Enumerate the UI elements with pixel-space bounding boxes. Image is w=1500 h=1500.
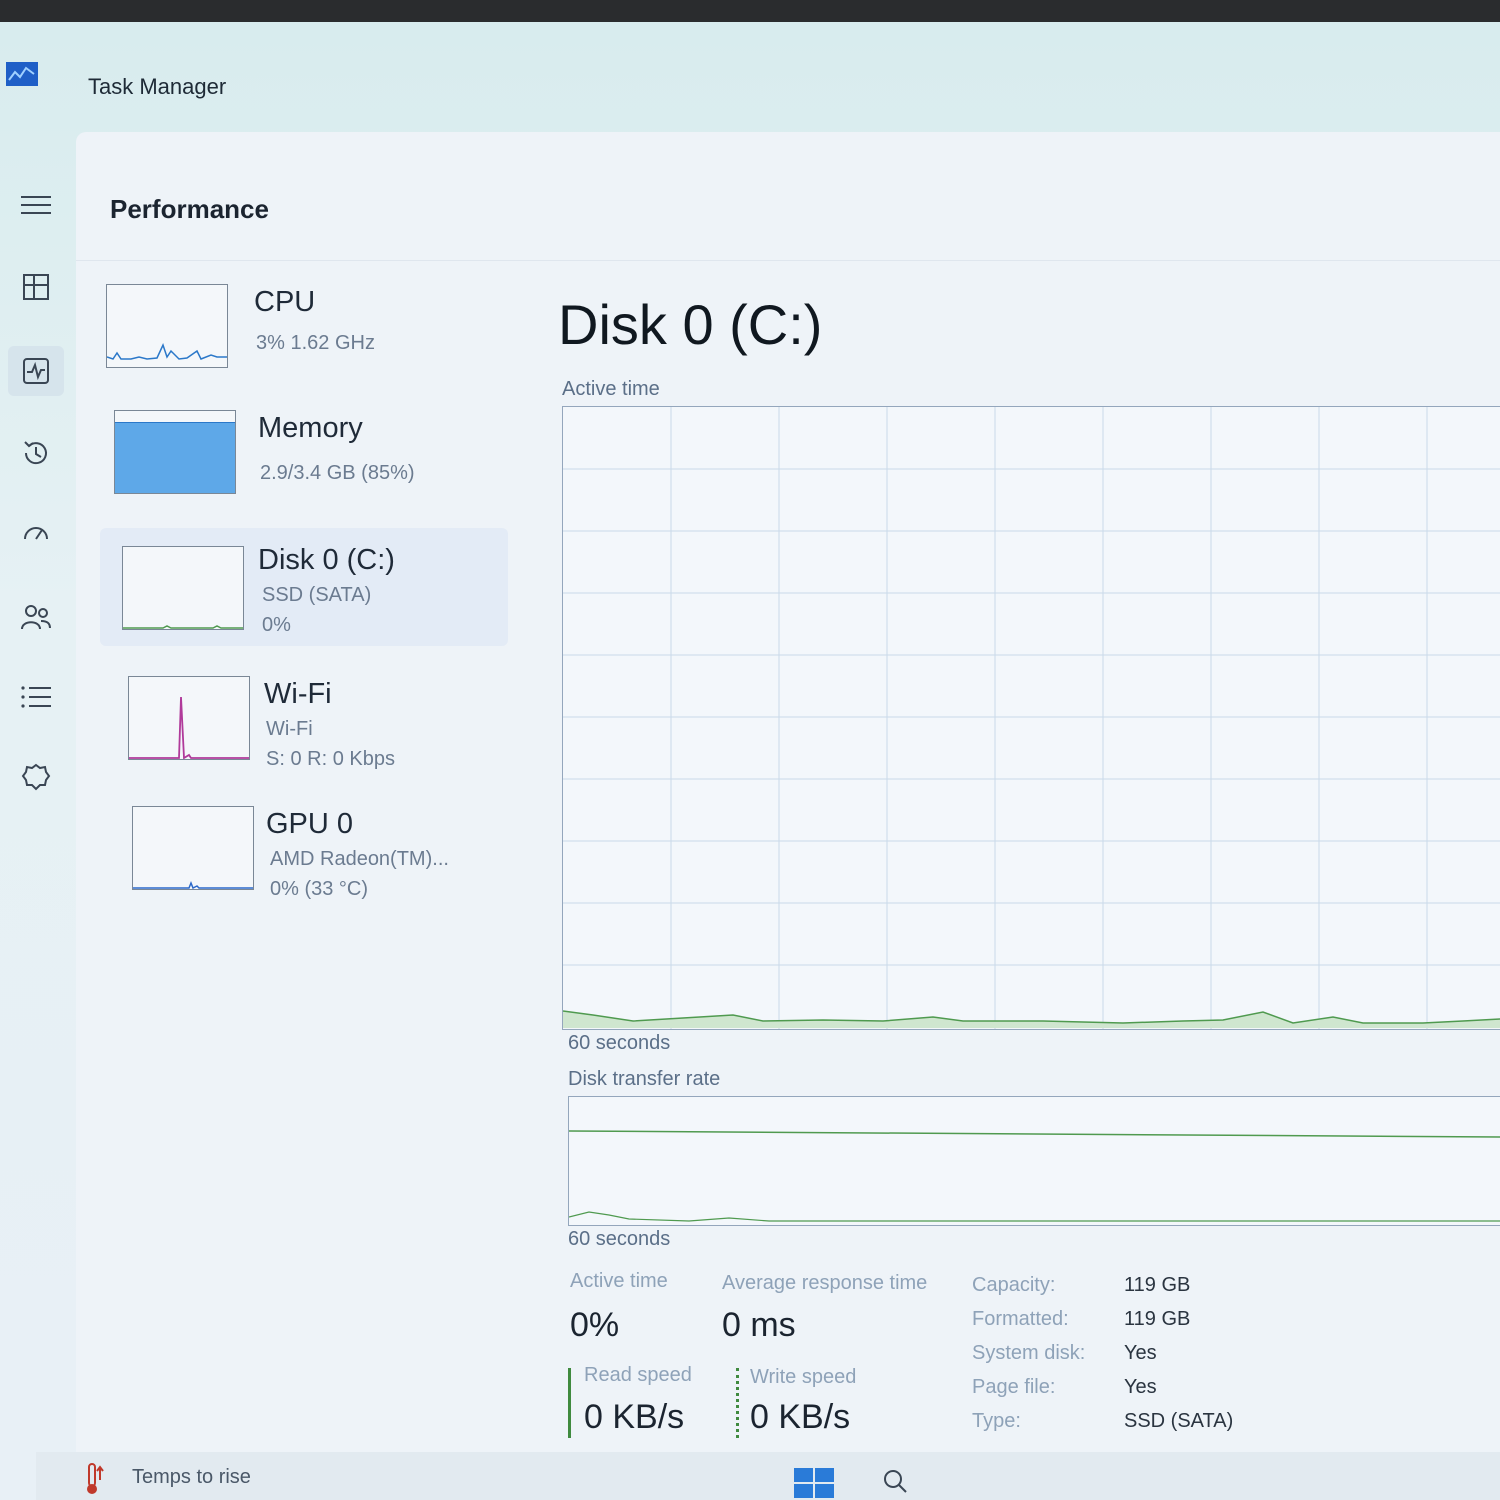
sidebar-item-name: Memory xyxy=(258,412,363,444)
formatted-label: Formatted: xyxy=(972,1308,1069,1330)
sidebar-item-detail-2: 0% xyxy=(262,614,291,636)
hamburger-menu-button[interactable] xyxy=(8,180,64,230)
nav-details[interactable] xyxy=(8,672,64,722)
sidebar-item-cpu[interactable]: CPU 3% 1.62 GHz xyxy=(106,274,506,392)
memory-fill xyxy=(115,422,235,493)
sidebar-item-gpu0[interactable]: GPU 0 AMD Radeon(TM)... 0% (33 °C) xyxy=(106,796,506,914)
gpu-thumbnail-graph xyxy=(132,806,254,890)
write-speed-indicator xyxy=(736,1368,739,1438)
sidebar-item-detail-2: S: 0 R: 0 Kbps xyxy=(266,748,395,770)
sidebar-item-name: Wi-Fi xyxy=(264,678,332,710)
transfer-rate-span: 60 seconds xyxy=(568,1228,671,1250)
app-history-icon xyxy=(24,441,47,465)
memory-thumbnail-graph xyxy=(114,410,236,494)
sidebar-item-name: Disk 0 (C:) xyxy=(258,544,395,576)
read-speed-indicator xyxy=(568,1368,571,1438)
sidebar-item-detail: AMD Radeon(TM)... xyxy=(270,848,449,870)
capacity-label: Capacity: xyxy=(972,1274,1056,1296)
active-time-stat-label: Active time xyxy=(570,1270,668,1292)
content-area: Performance CPU 3% 1.62 GHz Memory 2.9/3… xyxy=(76,132,1500,1500)
windows-start-icon[interactable] xyxy=(792,1466,836,1500)
thermometer-icon[interactable] xyxy=(78,1460,108,1496)
transfer-rate-graph-label: Disk transfer rate xyxy=(568,1068,721,1090)
sidebar-item-memory[interactable]: Memory 2.9/3.4 GB (85%) xyxy=(106,400,506,518)
page-file-label: Page file: xyxy=(972,1376,1056,1398)
nav-startup-apps[interactable] xyxy=(8,510,64,560)
weather-widget-text[interactable]: Temps to rise xyxy=(132,1466,251,1489)
read-speed-value: 0 KB/s xyxy=(584,1398,685,1436)
write-speed-value: 0 KB/s xyxy=(750,1398,851,1436)
transfer-rate-graph xyxy=(568,1096,1500,1226)
active-time-graph xyxy=(562,406,1500,1030)
avg-response-value: 0 ms xyxy=(722,1306,796,1344)
title-bar: Task Manager xyxy=(0,22,1500,122)
processes-icon xyxy=(23,274,49,300)
sidebar-item-detail: SSD (SATA) xyxy=(262,584,372,606)
active-time-graph-label: Active time xyxy=(562,378,660,400)
read-speed-label: Read speed xyxy=(584,1364,692,1386)
write-speed-label: Write speed xyxy=(750,1366,857,1388)
sidebar-item-name: GPU 0 xyxy=(266,808,354,840)
nav-users[interactable] xyxy=(8,592,64,642)
system-disk-label: System disk: xyxy=(972,1342,1086,1364)
nav-services[interactable] xyxy=(8,752,64,802)
nav-performance[interactable] xyxy=(8,346,64,396)
search-icon[interactable] xyxy=(882,1468,908,1494)
sidebar-item-name: CPU xyxy=(254,286,316,318)
formatted-value: 119 GB xyxy=(1124,1308,1191,1330)
capacity-value: 119 GB xyxy=(1124,1274,1191,1296)
system-disk-value: Yes xyxy=(1124,1342,1157,1364)
sidebar-item-disk0[interactable]: Disk 0 (C:) SSD (SATA) 0% xyxy=(100,528,508,646)
details-icon xyxy=(21,686,51,708)
active-time-span: 60 seconds xyxy=(568,1032,671,1054)
active-time-stat-value: 0% xyxy=(570,1306,620,1344)
sidebar-item-detail-2: 0% (33 °C) xyxy=(270,878,369,900)
avg-response-label: Average response time xyxy=(722,1272,928,1294)
sidebar-item-detail: Wi-Fi xyxy=(266,718,313,740)
header-divider xyxy=(76,260,1500,261)
performance-icon xyxy=(23,358,49,384)
window-title: Task Manager xyxy=(88,74,227,99)
hamburger-menu-icon xyxy=(21,196,51,214)
task-manager-app-icon xyxy=(6,62,38,86)
navigation-rail xyxy=(0,122,89,1500)
taskbar: Temps to rise xyxy=(36,1452,1500,1500)
page-file-value: Yes xyxy=(1124,1376,1157,1398)
type-value: SSD (SATA) xyxy=(1124,1410,1234,1432)
disk-thumbnail-graph xyxy=(122,546,244,630)
sidebar-item-detail: 3% 1.62 GHz xyxy=(256,332,375,354)
sidebar-item-wifi[interactable]: Wi-Fi Wi-Fi S: 0 R: 0 Kbps xyxy=(106,666,506,784)
services-icon xyxy=(21,763,51,791)
type-label: Type: xyxy=(972,1410,1021,1432)
cpu-thumbnail-graph xyxy=(106,284,228,368)
users-icon xyxy=(21,605,51,630)
wifi-thumbnail-graph xyxy=(128,676,250,760)
nav-app-history[interactable] xyxy=(8,428,64,478)
task-manager-window: Task Manager Performance CPU 3% 1.62 GHz… xyxy=(0,22,1500,1500)
nav-processes[interactable] xyxy=(8,262,64,312)
page-title: Performance xyxy=(110,194,269,224)
sidebar-item-detail: 2.9/3.4 GB (85%) xyxy=(260,462,415,484)
startup-apps-icon xyxy=(24,527,48,540)
disk-title: Disk 0 (C:) xyxy=(558,293,823,356)
